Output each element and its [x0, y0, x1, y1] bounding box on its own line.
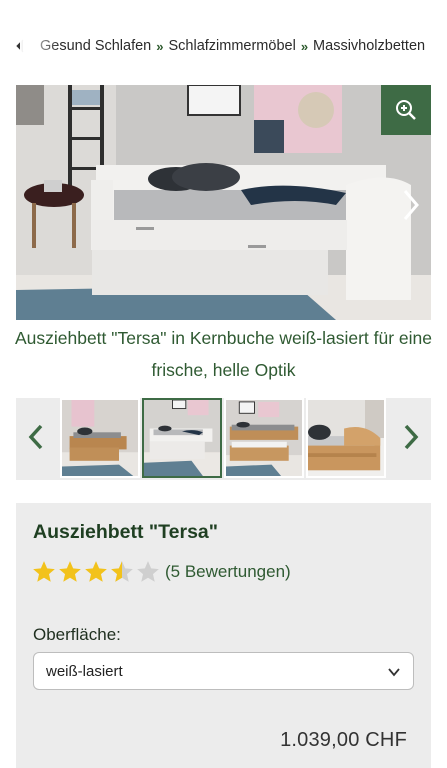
star-full-icon: [57, 559, 83, 585]
thumbnail-image: [308, 400, 384, 476]
chevron-right-icon: [403, 424, 419, 455]
star-full-icon: [83, 559, 109, 585]
product-title: Ausziehbett "Tersa": [33, 521, 219, 543]
thumbnail-image: [226, 400, 302, 476]
surface-select-value: weiß-lasiert: [46, 662, 123, 680]
reviews-link[interactable]: (5 Bewertungen): [165, 562, 291, 582]
zoom-in-icon: [395, 99, 417, 121]
surface-label: Oberfläche:: [33, 625, 121, 644]
breadcrumb-item-schlafzimmermoebel[interactable]: Schlafzimmermöbel: [168, 38, 295, 54]
thumbnail-prev-button[interactable]: [16, 414, 56, 464]
star-half-icon: [109, 559, 135, 585]
chevron-down-icon: [387, 665, 401, 679]
product-price: 1.039,00 CHF: [280, 729, 407, 751]
star-empty-icon: [135, 559, 161, 585]
product-info-panel: Ausziehbett "Tersa" (5 Bewertungen) Ober…: [16, 503, 431, 768]
zoom-button[interactable]: [381, 85, 431, 135]
chevron-right-icon: [402, 188, 420, 222]
chevron-left-icon: [28, 424, 44, 455]
breadcrumb-fade: [20, 30, 60, 62]
image-caption: Ausziehbett "Tersa" in Kernbuche weiß-la…: [14, 328, 433, 380]
breadcrumb-separator: »: [156, 38, 164, 54]
image-next-button[interactable]: [397, 185, 425, 225]
product-main-image[interactable]: [16, 85, 431, 320]
thumbnail-strip: [16, 398, 431, 480]
thumbnail-image: [62, 400, 138, 476]
thumbnail-next-button[interactable]: [391, 414, 431, 464]
product-rating[interactable]: (5 Bewertungen): [31, 559, 291, 585]
breadcrumb-separator: »: [300, 38, 309, 54]
product-photo-daybed-white: [16, 85, 431, 320]
thumbnail-4[interactable]: [306, 398, 386, 478]
thumbnail-3[interactable]: [224, 398, 304, 478]
breadcrumb-item-massivholzbetten[interactable]: Massivholzbetten: [313, 38, 425, 54]
star-full-icon: [31, 559, 57, 585]
thumbnail-image: [144, 400, 220, 476]
surface-select[interactable]: weiß-lasiert: [33, 652, 414, 690]
thumbnail-1[interactable]: [60, 398, 140, 478]
breadcrumb: Gesund Schlafen » Schlafzimmermöbel » Ma…: [0, 30, 447, 62]
thumbnail-2[interactable]: [142, 398, 222, 478]
